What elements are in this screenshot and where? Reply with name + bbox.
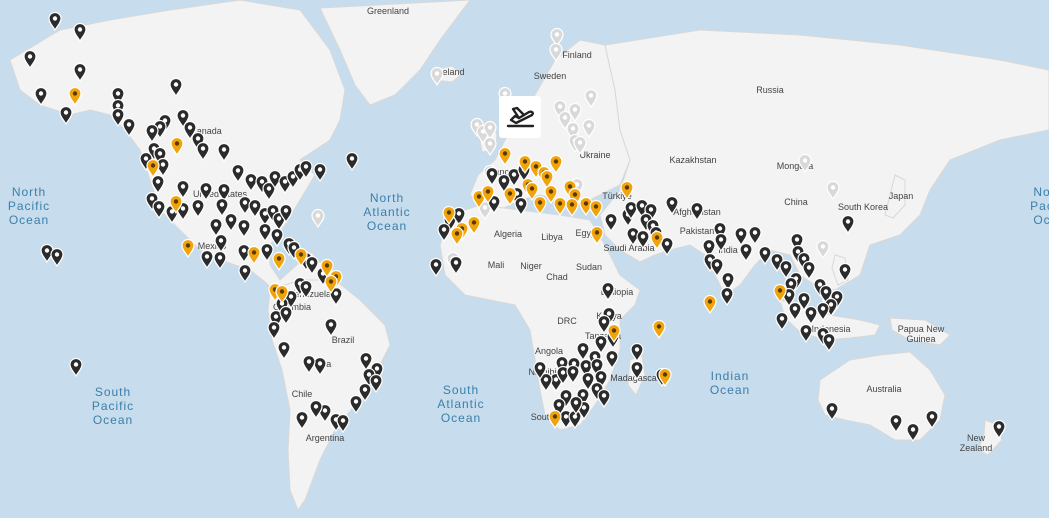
country-label: Guinea — [906, 334, 935, 344]
country-label: New — [967, 433, 986, 443]
ocean-label: North Atlantic Ocean — [363, 191, 410, 233]
ocean-label: Indian Ocean — [710, 369, 750, 397]
country-label: Ukraine — [579, 150, 610, 160]
country-label: Sweden — [534, 71, 567, 81]
country-label: China — [784, 197, 808, 207]
country-label: Zealand — [960, 443, 993, 453]
ocean-label: South Pacific Ocean — [92, 385, 134, 427]
country-label: DRC — [557, 316, 577, 326]
country-label: Kazakhstan — [669, 155, 716, 165]
country-label: Russia — [756, 85, 784, 95]
country-label: Angola — [535, 346, 563, 356]
country-label: Chad — [546, 272, 568, 282]
country-label: Algeria — [494, 229, 522, 239]
country-label: Pakistan — [680, 226, 715, 236]
country-label: Niger — [520, 261, 542, 271]
country-label: Papua New — [898, 324, 945, 334]
country-label: Finland — [562, 50, 592, 60]
country-label: South Korea — [838, 202, 888, 212]
country-label: Mali — [488, 260, 505, 270]
country-label: Brazil — [332, 335, 355, 345]
country-label: Libya — [541, 232, 563, 242]
ocean-label: North Pacific Ocean — [8, 185, 50, 227]
ocean-label: South Atlantic Ocean — [437, 383, 484, 425]
country-label: Sudan — [576, 262, 602, 272]
country-label: Chile — [292, 389, 313, 399]
country-label: Japan — [889, 191, 914, 201]
airplane-takeoff-icon — [506, 106, 535, 128]
country-label: Australia — [866, 384, 901, 394]
country-label: Saudi Arabia — [603, 243, 654, 253]
country-label: Greenland — [367, 6, 409, 16]
country-label: Argentina — [306, 433, 345, 443]
ocean-label: NoPacOc — [1030, 185, 1049, 227]
world-map[interactable]: GreenlandIceland SwedenFinlandRussiaCanad… — [0, 0, 1049, 518]
takeoff-icon[interactable] — [499, 96, 541, 138]
